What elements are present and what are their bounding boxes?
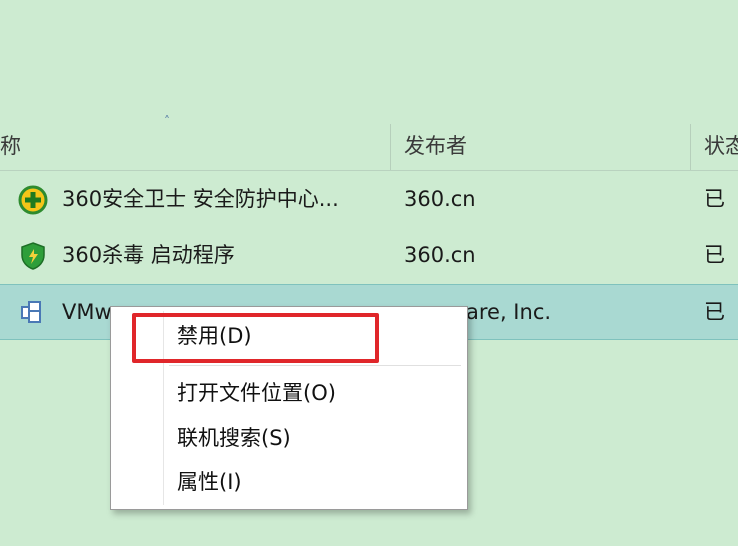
menu-item-open-file-location[interactable]: 打开文件位置(O) (177, 373, 336, 413)
360-safeguard-icon (18, 185, 48, 215)
row-status: 已 (704, 187, 725, 211)
menu-item-properties[interactable]: 属性(I) (177, 462, 242, 502)
column-header-publisher[interactable]: 发布者 (404, 124, 467, 170)
column-header-name[interactable]: 称 (0, 124, 21, 170)
vmware-tray-icon (18, 298, 48, 328)
menu-item-search-online[interactable]: 联机搜索(S) (177, 418, 291, 458)
360-antivirus-shield-icon (18, 241, 48, 271)
annotation-highlight-box (132, 313, 379, 363)
row-status: 已 (704, 300, 725, 324)
row-publisher: 360.cn (404, 243, 476, 267)
menu-separator (169, 365, 461, 366)
column-header-status[interactable]: 状态 (704, 124, 738, 170)
row-name: 360安全卫士 安全防护中心... (62, 187, 339, 211)
column-header: 称 发布者 状态 (0, 124, 738, 171)
row-name: 360杀毒 启动程序 (62, 243, 235, 267)
row-publisher: 360.cn (404, 187, 476, 211)
column-divider[interactable] (390, 124, 391, 170)
row-status: 已 (704, 243, 725, 267)
list-row-360-antivirus[interactable]: 360杀毒 启动程序 360.cn 已 (0, 228, 738, 282)
column-divider[interactable] (690, 124, 691, 170)
list-row-360-safeguard[interactable]: 360安全卫士 安全防护中心... 360.cn 已 (0, 172, 738, 226)
row-publisher: are, Inc. (466, 300, 552, 324)
